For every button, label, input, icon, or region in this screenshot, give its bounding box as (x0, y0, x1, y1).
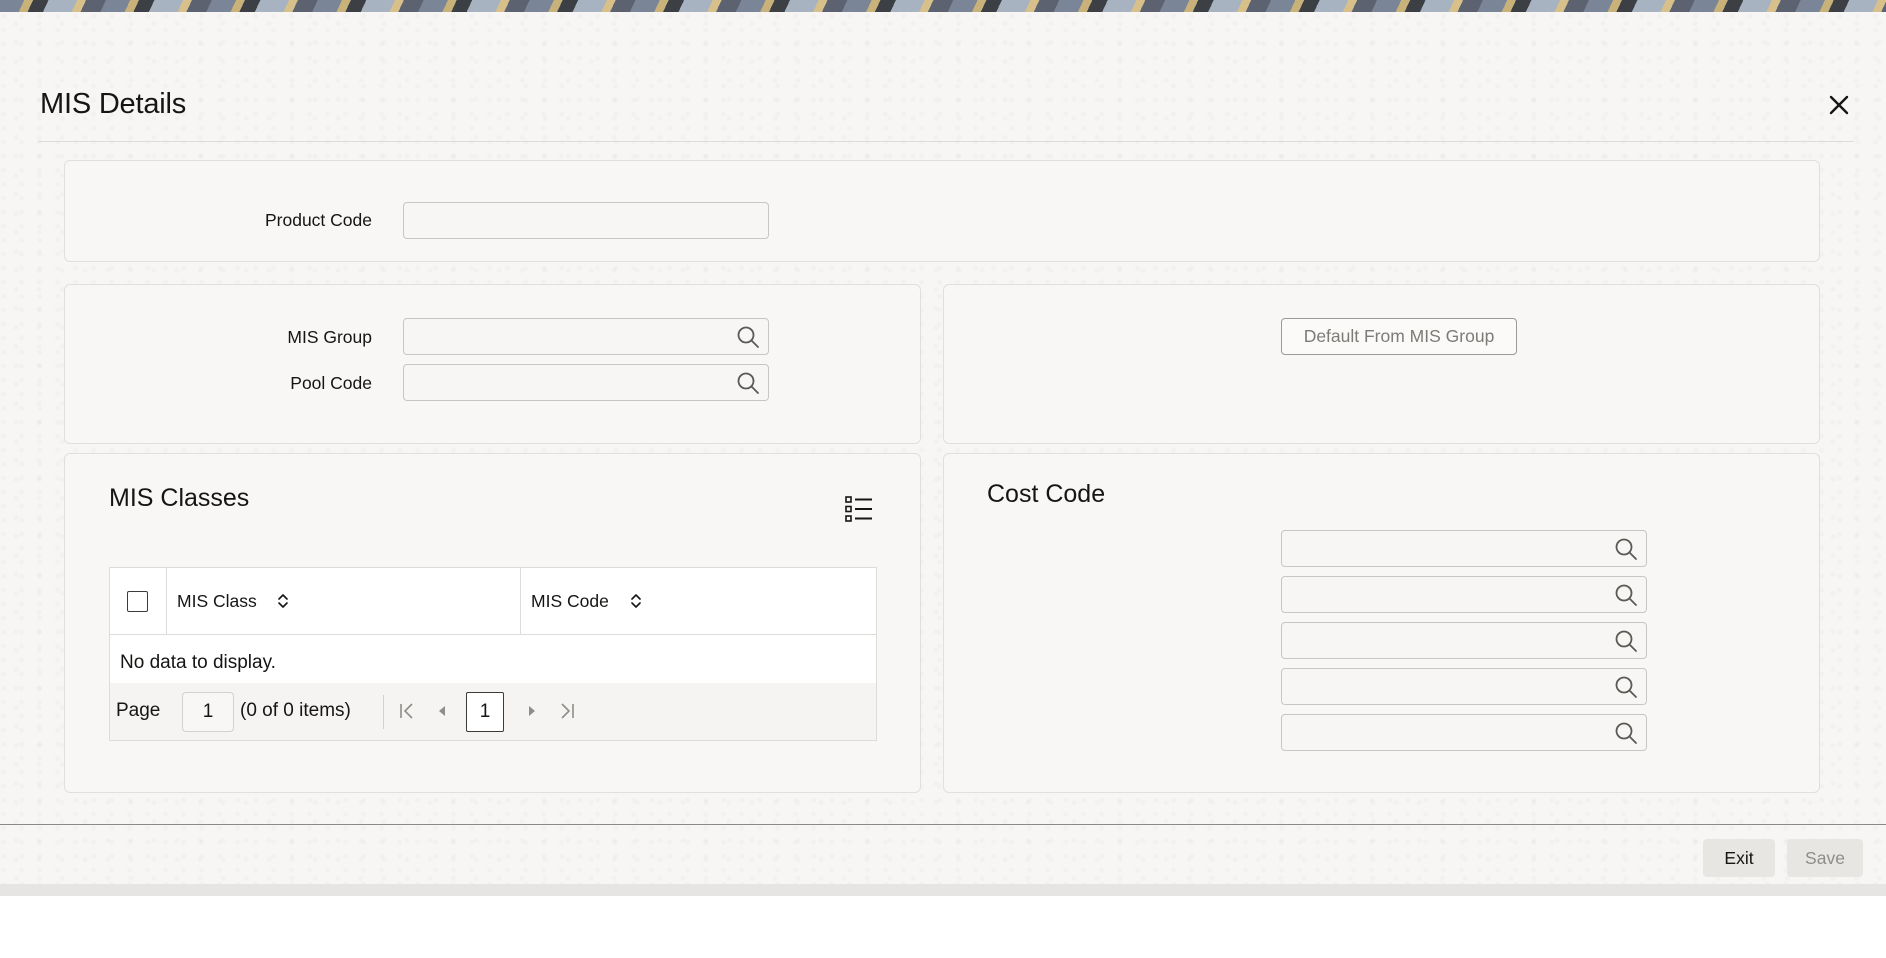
dialog-title: MIS Details (40, 88, 187, 120)
search-icon[interactable] (1614, 629, 1638, 653)
pagination-bar: Page 1 (0 of 0 items) 1 (110, 683, 876, 740)
pager-divider (383, 695, 384, 729)
header-banner (0, 0, 1886, 12)
cost-code-title: Cost Code (987, 480, 1106, 508)
product-code-label: Product Code (264, 210, 372, 230)
list-view-icon[interactable] (844, 494, 874, 524)
pool-code-input[interactable] (404, 365, 768, 400)
empty-table-message: No data to display. (120, 652, 276, 673)
select-all-checkbox[interactable] (127, 591, 148, 612)
search-icon[interactable] (1614, 583, 1638, 607)
cost-code-field-3[interactable] (1281, 622, 1647, 659)
mis-group-input[interactable] (404, 319, 768, 354)
pool-code-label: Pool Code (290, 373, 372, 393)
cost-code-input[interactable] (1282, 715, 1646, 750)
cost-code-field-5[interactable] (1281, 714, 1647, 751)
mis-classes-title: MIS Classes (109, 484, 250, 512)
mis-details-dialog: MIS Details Product Code MIS Group Pool … (0, 12, 1886, 884)
last-page-icon[interactable] (557, 701, 577, 721)
dialog-footer: Exit Save (0, 824, 1886, 884)
dialog-header: MIS Details (38, 12, 1854, 142)
cost-code-input[interactable] (1282, 531, 1646, 566)
page-label: Page (116, 700, 161, 721)
select-all-cell (110, 568, 167, 635)
exit-button[interactable]: Exit (1703, 839, 1775, 877)
cost-code-input[interactable] (1282, 623, 1646, 658)
column-header-mis-class[interactable]: MIS Class (167, 568, 521, 635)
prev-page-icon[interactable] (432, 701, 452, 721)
cost-code-field-2[interactable] (1281, 576, 1647, 613)
product-panel: Product Code (64, 160, 1820, 262)
mis-classes-table: MIS Class MIS Code No data to display. P… (109, 567, 877, 741)
bottom-strip (0, 884, 1886, 896)
cost-code-field-4[interactable] (1281, 668, 1647, 705)
product-code-field[interactable] (403, 202, 769, 239)
sort-icon[interactable] (276, 591, 290, 611)
default-from-mis-group-button[interactable]: Default From MIS Group (1281, 318, 1517, 355)
mis-group-panel: MIS Group Pool Code (64, 284, 921, 444)
column-header-label: MIS Class (177, 591, 257, 611)
close-icon[interactable] (1824, 90, 1854, 120)
pool-code-field[interactable] (403, 364, 769, 401)
mis-classes-panel: MIS Classes MIS Class MIS Code No data t… (64, 453, 921, 793)
mis-group-label: MIS Group (287, 327, 372, 347)
cost-code-input[interactable] (1282, 577, 1646, 612)
table-header: MIS Class MIS Code (110, 568, 876, 635)
sort-icon[interactable] (629, 591, 643, 611)
first-page-icon[interactable] (397, 701, 417, 721)
search-icon[interactable] (1614, 675, 1638, 699)
column-header-mis-code[interactable]: MIS Code (521, 568, 876, 635)
search-icon[interactable] (1614, 537, 1638, 561)
mis-group-field[interactable] (403, 318, 769, 355)
search-icon[interactable] (736, 371, 760, 395)
search-icon[interactable] (736, 325, 760, 349)
cost-code-field-1[interactable] (1281, 530, 1647, 567)
page-number-input[interactable]: 1 (182, 692, 234, 732)
next-page-icon[interactable] (522, 701, 542, 721)
cost-code-input[interactable] (1282, 669, 1646, 704)
item-count-text: (0 of 0 items) (240, 700, 351, 721)
cost-code-panel: Cost Code (943, 453, 1820, 793)
save-button[interactable]: Save (1787, 839, 1863, 877)
default-panel: Default From MIS Group (943, 284, 1820, 444)
current-page-button[interactable]: 1 (466, 692, 504, 732)
search-icon[interactable] (1614, 721, 1638, 745)
column-header-label: MIS Code (531, 591, 609, 611)
product-code-input[interactable] (404, 203, 768, 238)
